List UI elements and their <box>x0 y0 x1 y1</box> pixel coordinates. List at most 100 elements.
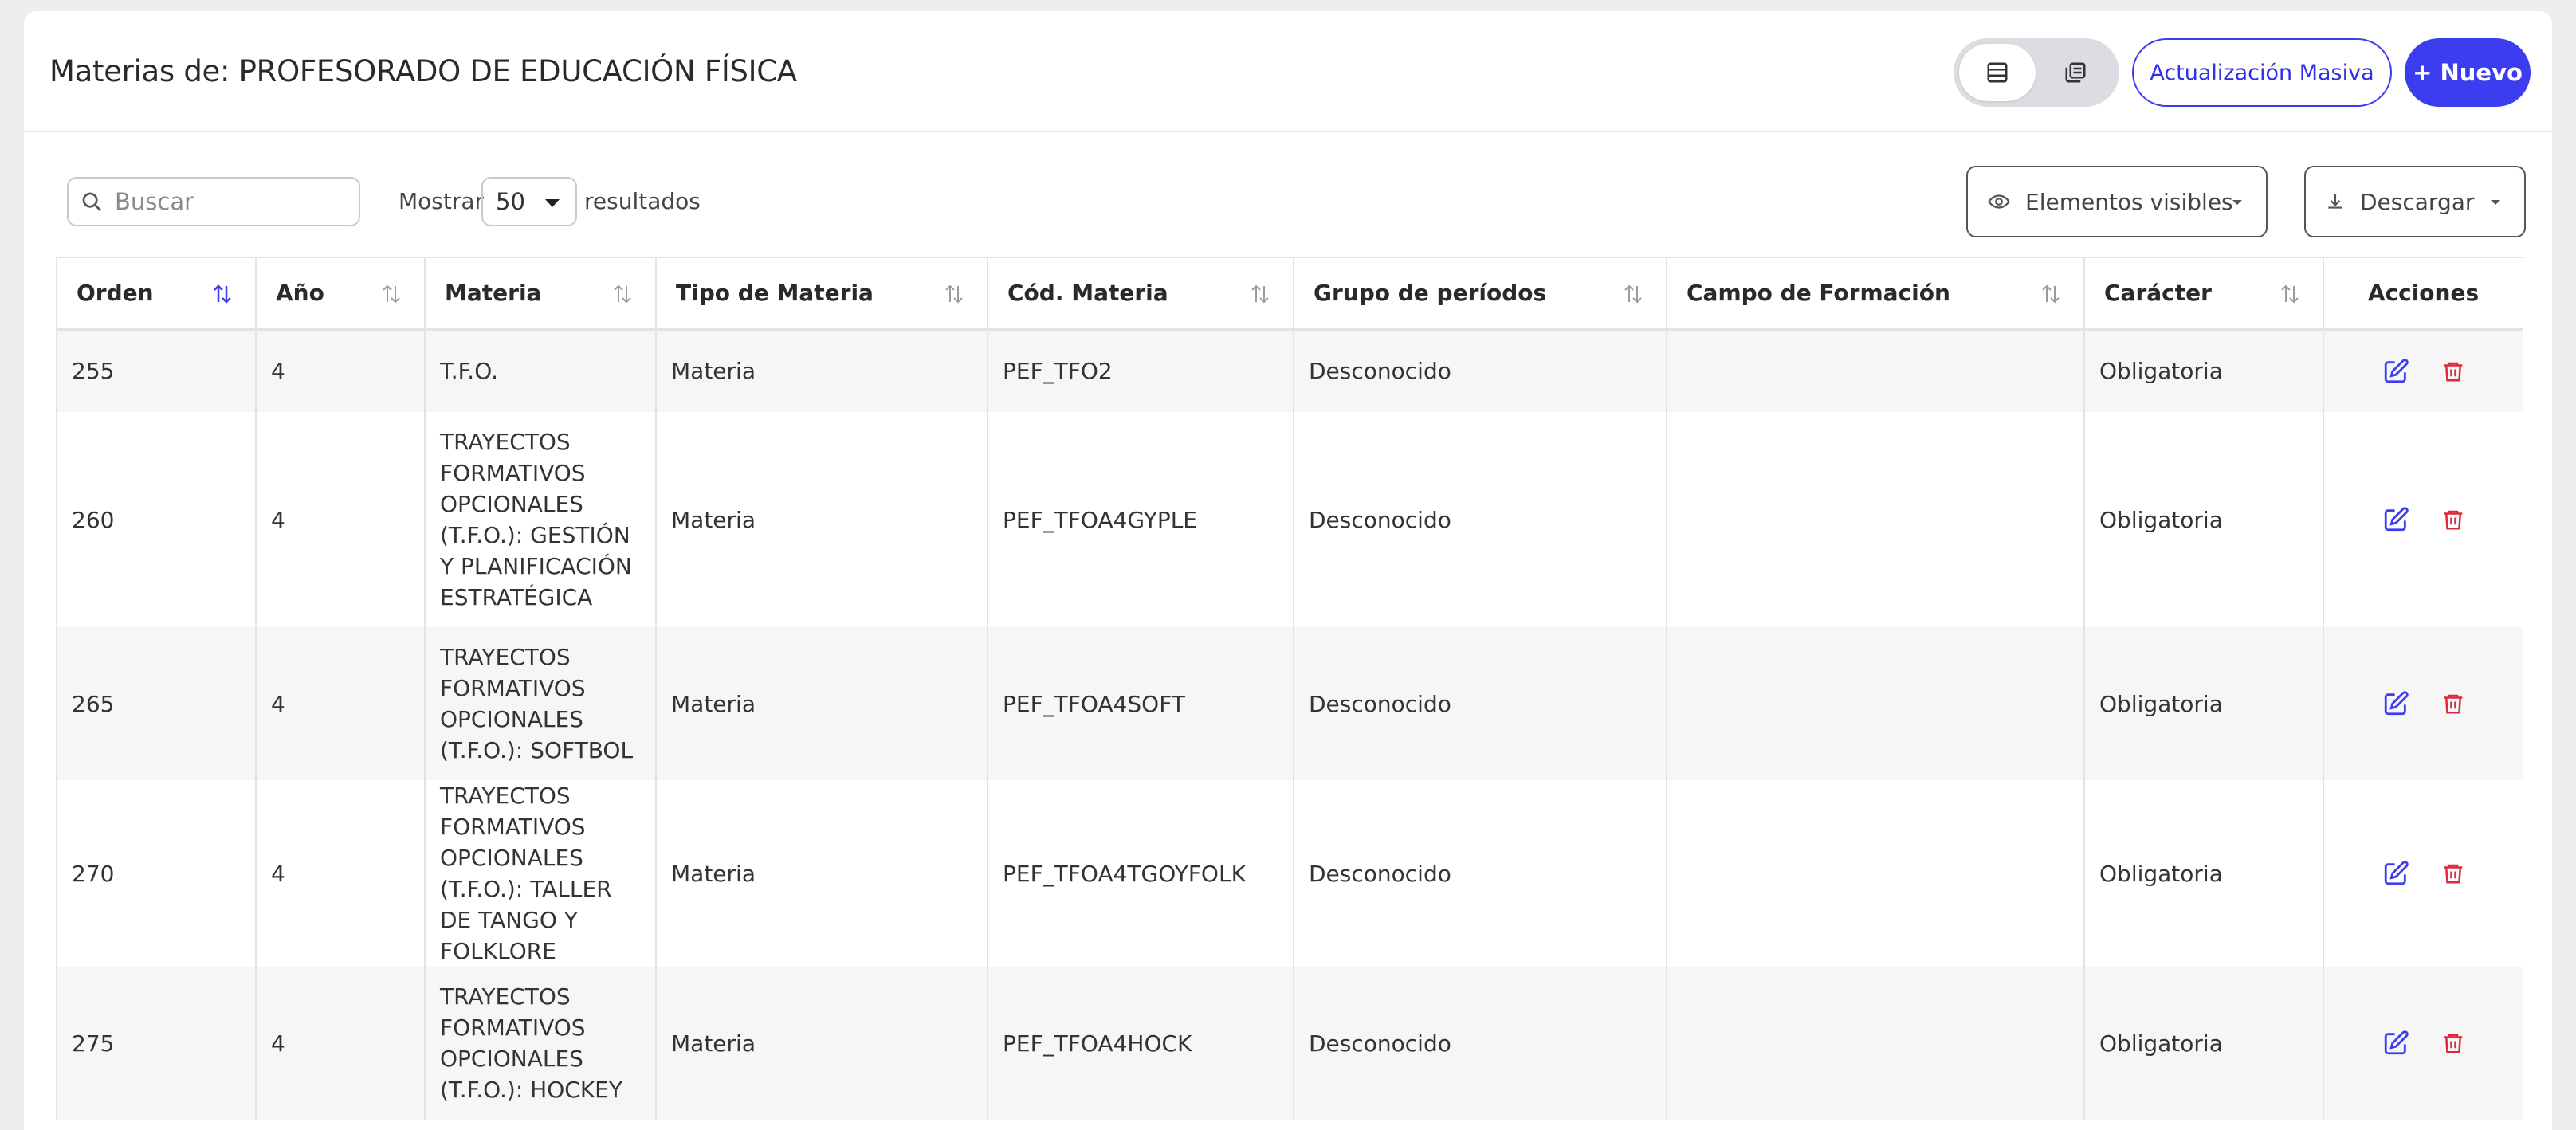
edit-icon[interactable] <box>2382 358 2409 385</box>
cell-materia: TRAYECTOS FORMATIVOS OPCIONALES (T.F.O.)… <box>425 627 657 780</box>
cell-anio: 4 <box>256 780 426 967</box>
cell-campo <box>1667 627 2085 780</box>
download-button[interactable]: Descargar <box>2304 166 2526 237</box>
cell-caracter: Obligatoria <box>2084 967 2324 1120</box>
subjects-table: Orden Año Materia Tipo de Materia Cód. M… <box>56 257 2523 1120</box>
show-label: Mostrar <box>399 188 485 214</box>
download-icon <box>2328 194 2342 209</box>
cell-acciones <box>2323 627 2523 780</box>
cell-tipo: Materia <box>656 780 988 967</box>
eye-icon <box>1988 194 2010 209</box>
delete-icon[interactable] <box>2441 1030 2465 1057</box>
card-view-button[interactable] <box>2037 44 2114 101</box>
cell-anio: 4 <box>256 967 426 1120</box>
visible-columns-label: Elementos visibles <box>2025 188 2233 215</box>
page-title: Materias de: PROFESORADO DE EDUCACIÓN FÍ… <box>49 54 797 88</box>
cell-orden: 275 <box>57 967 257 1120</box>
cell-orden: 255 <box>57 329 257 412</box>
cell-acciones <box>2323 780 2523 967</box>
search-input[interactable] <box>113 187 340 216</box>
cell-codigo: PEF_TFOA4GYPLE <box>988 412 1294 627</box>
caret-down-icon <box>2491 200 2500 205</box>
cell-acciones <box>2323 329 2523 412</box>
delete-icon[interactable] <box>2441 690 2465 717</box>
cell-campo <box>1667 780 2085 967</box>
cell-orden: 260 <box>57 412 257 627</box>
table-row: 275 4 TRAYECTOS FORMATIVOS OPCIONALES (T… <box>57 967 2523 1120</box>
edit-icon[interactable] <box>2382 506 2409 533</box>
sort-icon[interactable] <box>1248 282 1272 306</box>
table-row: 260 4 TRAYECTOS FORMATIVOS OPCIONALES (T… <box>57 412 2523 627</box>
cell-materia: TRAYECTOS FORMATIVOS OPCIONALES (T.F.O.)… <box>425 780 657 967</box>
cell-tipo: Materia <box>656 329 988 412</box>
column-header-caracter[interactable]: Carácter <box>2084 257 2324 331</box>
delete-icon[interactable] <box>2441 506 2465 533</box>
cell-acciones <box>2323 967 2523 1120</box>
table-header-row: Orden Año Materia Tipo de Materia Cód. M… <box>57 257 2523 331</box>
caret-down-icon <box>2232 200 2242 205</box>
cell-campo <box>1667 412 2085 627</box>
page-size-select[interactable]: 50 <box>481 177 577 226</box>
search-box[interactable] <box>67 177 360 226</box>
new-button[interactable]: + Nuevo <box>2405 38 2531 107</box>
cell-campo <box>1667 329 2085 412</box>
table-row: 265 4 TRAYECTOS FORMATIVOS OPCIONALES (T… <box>57 627 2523 780</box>
sort-icon[interactable] <box>611 282 634 306</box>
cell-codigo: PEF_TFOA4HOCK <box>988 967 1294 1120</box>
cell-anio: 4 <box>256 329 426 412</box>
edit-icon[interactable] <box>2382 1030 2409 1057</box>
sort-icon[interactable] <box>2278 282 2302 306</box>
edit-icon[interactable] <box>2382 860 2409 887</box>
column-header-codigo[interactable]: Cód. Materia <box>988 257 1294 331</box>
main-content: Mostrar 50 resultados Elementos visibles… <box>24 132 2552 1130</box>
sort-icon[interactable] <box>942 282 966 306</box>
edit-icon[interactable] <box>2382 690 2409 717</box>
cell-grupo: Desconocido <box>1294 627 1667 780</box>
sort-icon[interactable] <box>1621 282 1645 306</box>
search-icon <box>82 192 102 212</box>
header-bar: Materias de: PROFESORADO DE EDUCACIÓN FÍ… <box>24 11 2552 132</box>
cell-materia: TRAYECTOS FORMATIVOS OPCIONALES (T.F.O.)… <box>425 967 657 1120</box>
page-size-value: 50 <box>496 188 525 215</box>
sort-icon[interactable] <box>379 282 403 306</box>
cell-grupo: Desconocido <box>1294 329 1667 412</box>
cell-anio: 4 <box>256 412 426 627</box>
table-list-icon <box>1987 62 2008 83</box>
results-label: resultados <box>584 188 701 214</box>
cell-caracter: Obligatoria <box>2084 627 2324 780</box>
cell-materia: T.F.O. <box>425 329 657 412</box>
cell-orden: 265 <box>57 627 257 780</box>
cell-orden: 270 <box>57 780 257 967</box>
caret-down-icon <box>545 199 560 207</box>
cell-codigo: PEF_TFOA4SOFT <box>988 627 1294 780</box>
column-header-materia[interactable]: Materia <box>425 257 657 331</box>
cell-grupo: Desconocido <box>1294 412 1667 627</box>
cell-tipo: Materia <box>656 967 988 1120</box>
column-header-campo[interactable]: Campo de Formación <box>1667 257 2085 331</box>
column-header-orden[interactable]: Orden <box>57 257 257 331</box>
sort-active-icon[interactable] <box>210 282 234 306</box>
cell-grupo: Desconocido <box>1294 967 1667 1120</box>
visible-columns-button[interactable]: Elementos visibles <box>1966 166 2268 237</box>
cell-codigo: PEF_TFOA4TGOYFOLK <box>988 780 1294 967</box>
delete-icon[interactable] <box>2441 358 2465 385</box>
sort-icon[interactable] <box>2039 282 2063 306</box>
cell-caracter: Obligatoria <box>2084 780 2324 967</box>
bulk-update-button[interactable]: Actualización Masiva <box>2132 38 2392 107</box>
download-label: Descargar <box>2360 188 2475 215</box>
cell-tipo: Materia <box>656 627 988 780</box>
cell-campo <box>1667 967 2085 1120</box>
cell-caracter: Obligatoria <box>2084 329 2324 412</box>
table-row: 255 4 T.F.O. Materia PEF_TFO2 Desconocid… <box>57 329 2523 412</box>
cards-icon <box>2065 62 2086 83</box>
delete-icon[interactable] <box>2441 860 2465 887</box>
cell-codigo: PEF_TFO2 <box>988 329 1294 412</box>
cell-materia: TRAYECTOS FORMATIVOS OPCIONALES (T.F.O.)… <box>425 412 657 627</box>
column-header-anio[interactable]: Año <box>256 257 426 331</box>
column-header-grupo[interactable]: Grupo de períodos <box>1294 257 1667 331</box>
column-header-tipo[interactable]: Tipo de Materia <box>656 257 988 331</box>
table-row: 270 4 TRAYECTOS FORMATIVOS OPCIONALES (T… <box>57 780 2523 967</box>
cell-acciones <box>2323 412 2523 627</box>
table-view-button[interactable] <box>1959 44 2036 101</box>
cell-caracter: Obligatoria <box>2084 412 2324 627</box>
